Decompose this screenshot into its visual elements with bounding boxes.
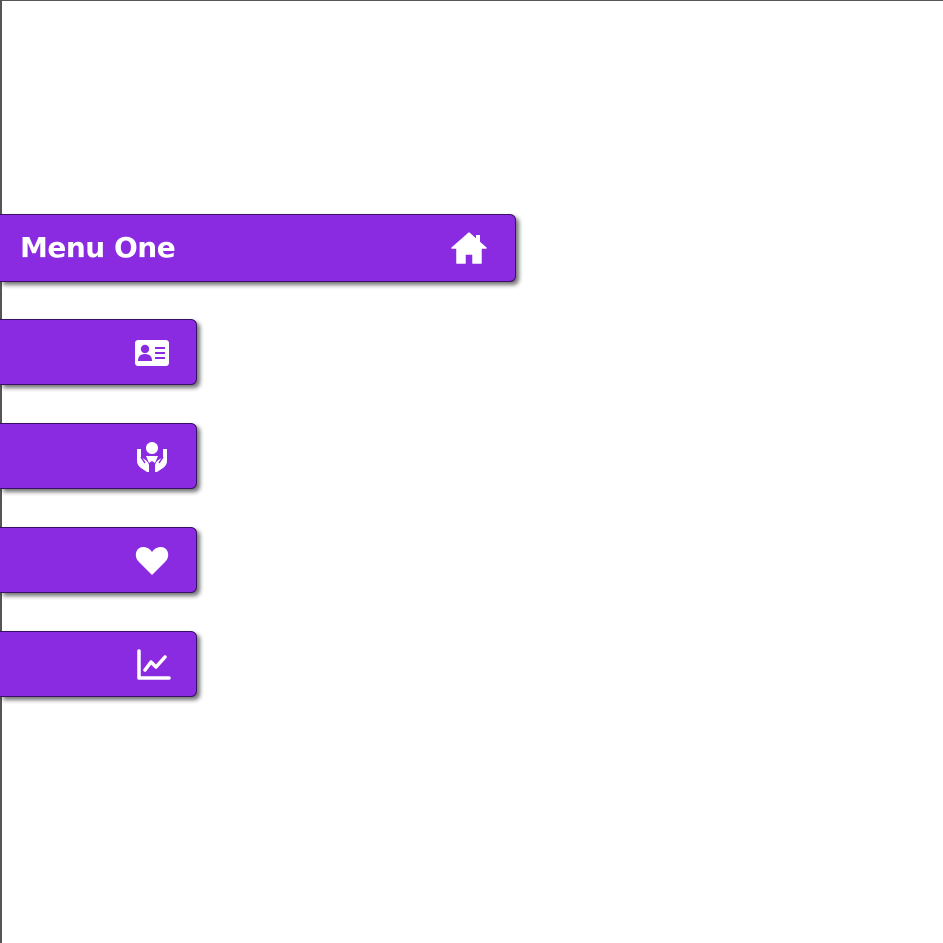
id-card-icon [133, 335, 171, 371]
hands-holding-person-icon [133, 439, 171, 475]
line-chart-icon [133, 647, 171, 683]
menu-item-stats[interactable] [0, 631, 197, 697]
heart-icon [133, 543, 171, 579]
home-icon [450, 230, 488, 266]
menu-item-contact[interactable] [0, 319, 197, 385]
menu-item-care[interactable] [0, 423, 197, 489]
menu-item-one[interactable]: Menu One [0, 214, 516, 282]
menu-item-favorites[interactable] [0, 527, 197, 593]
menu-item-label: Menu One [20, 231, 176, 264]
side-menu: Menu One [0, 0, 943, 943]
